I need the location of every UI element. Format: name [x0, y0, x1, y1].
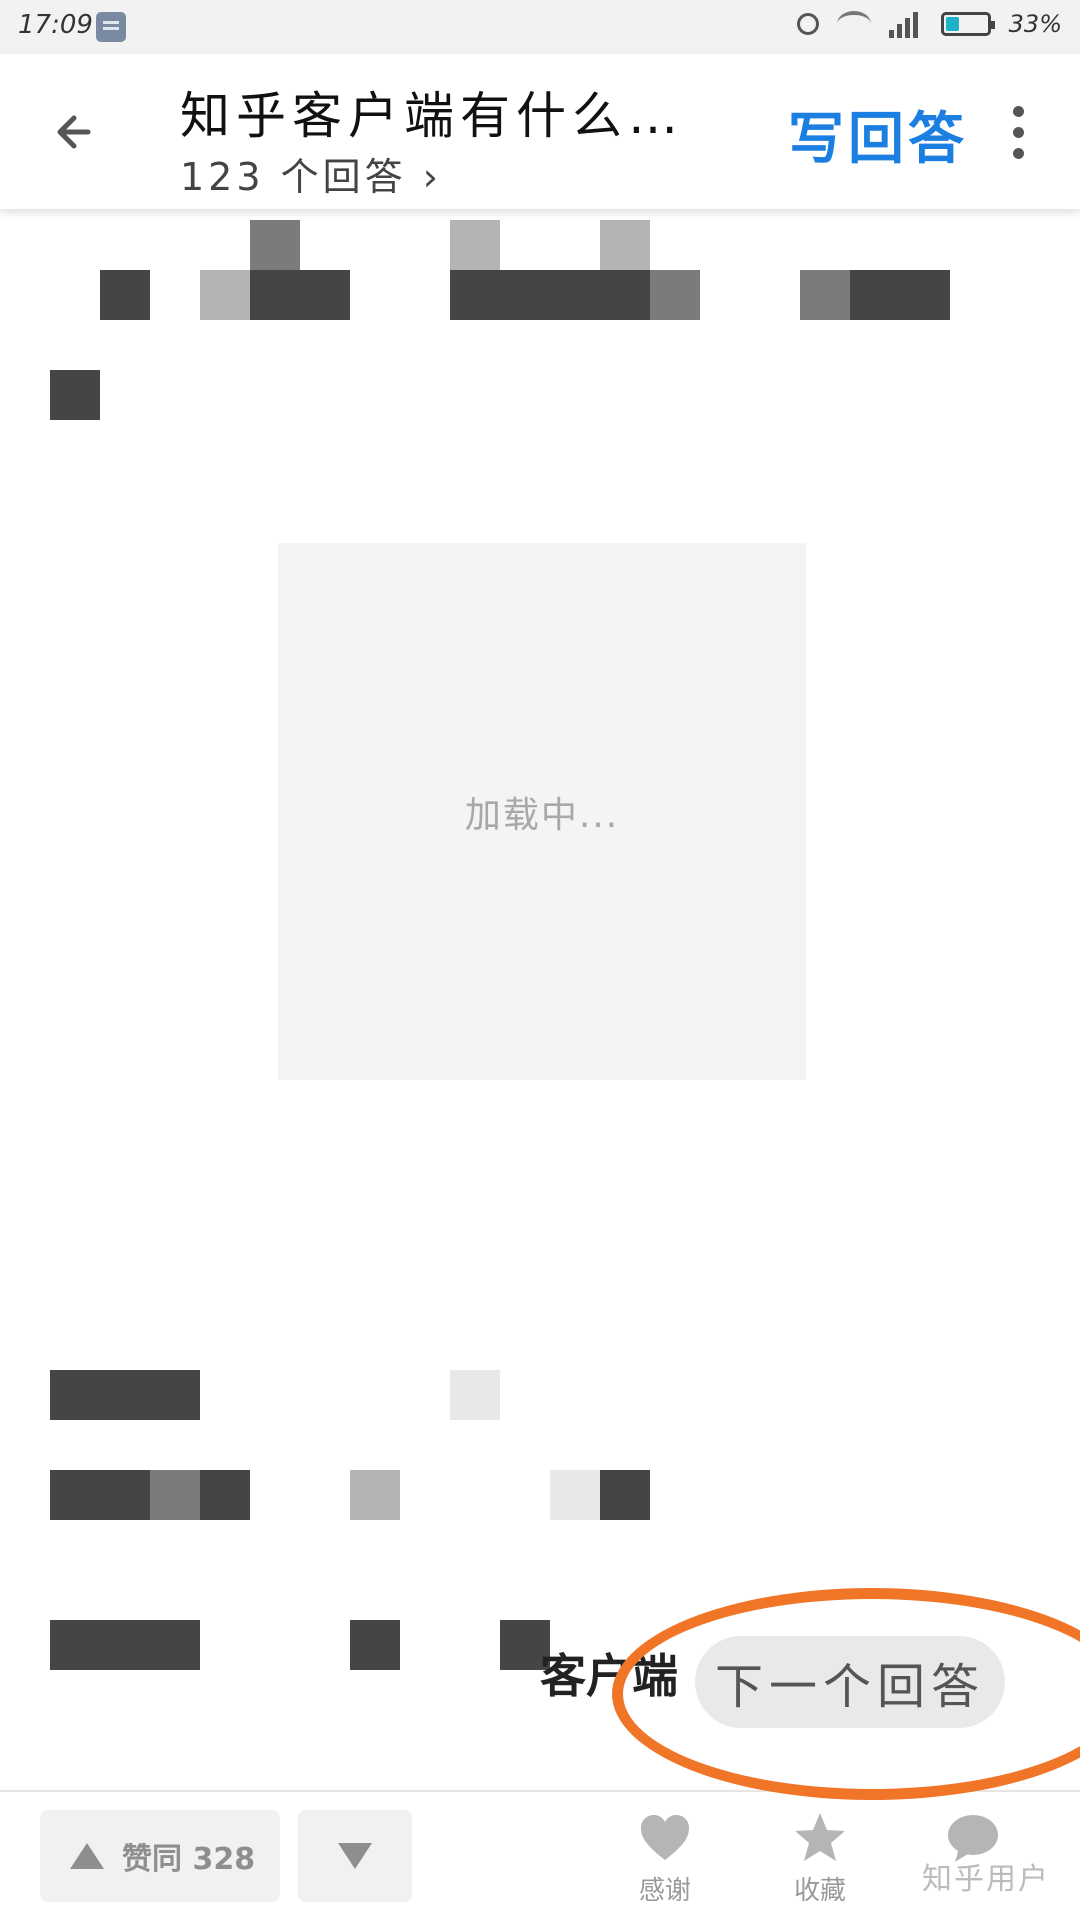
bottom-action-bar: 赞同 328 感谢 收藏 知乎用户	[0, 1790, 1080, 1922]
collect-button[interactable]: 收藏	[765, 1810, 875, 1910]
heart-icon	[641, 1815, 689, 1860]
answer-count-link[interactable]: 123 个回答 ›	[180, 146, 442, 201]
wifi-icon	[836, 11, 871, 37]
battery-fill	[945, 17, 959, 31]
thanks-label: 感谢	[638, 1876, 691, 1906]
back-button[interactable]	[48, 102, 108, 162]
status-icons: 33%	[796, 10, 1062, 38]
loading-text: 加载中...	[464, 794, 620, 836]
collect-label: 收藏	[793, 1876, 846, 1906]
more-options-icon[interactable]	[1008, 106, 1028, 166]
next-answer-button[interactable]: 下一个回答	[695, 1636, 1005, 1728]
hotspot-icon	[796, 13, 819, 35]
status-time: 17:09	[18, 10, 93, 40]
status-bar: 17:09 33%	[0, 0, 1080, 54]
signal-icon	[888, 10, 923, 38]
write-answer-button[interactable]: 写回答	[788, 94, 968, 175]
downvote-button[interactable]	[298, 1810, 412, 1902]
back-arrow-icon	[57, 115, 91, 149]
app-header: 知乎客户端有什么… 123 个回答 › 写回答	[0, 54, 1080, 209]
upvote-label: 赞同 328	[122, 1842, 256, 1877]
thanks-button[interactable]: 感谢	[610, 1810, 720, 1910]
star-icon	[795, 1813, 845, 1861]
answer-text-fragment: 客户端	[540, 1649, 678, 1703]
notification-icon	[96, 12, 126, 42]
image-placeholder[interactable]: 加载中...	[278, 543, 806, 1080]
watermark: 知乎用户	[922, 1862, 1050, 1897]
battery-percent: 33%	[1008, 10, 1062, 38]
downvote-arrow-icon	[338, 1843, 372, 1869]
upvote-arrow-icon	[70, 1843, 104, 1869]
upvote-button[interactable]: 赞同 328	[40, 1810, 280, 1902]
battery-icon	[940, 12, 995, 36]
question-title[interactable]: 知乎客户端有什么…	[180, 76, 684, 148]
